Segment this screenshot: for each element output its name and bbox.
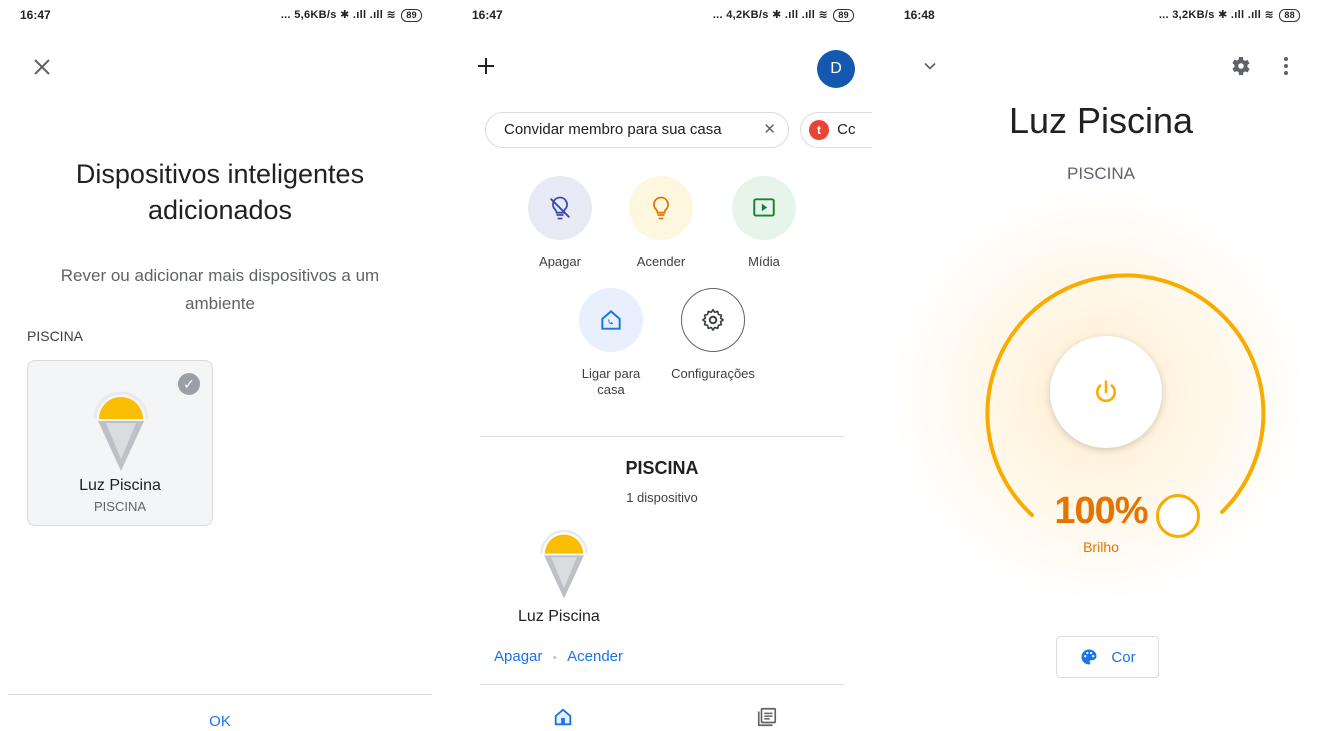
room-title: PISCINA xyxy=(625,458,699,478)
power-button[interactable] xyxy=(1050,336,1162,448)
close-icon[interactable] xyxy=(30,55,54,79)
page-title: Dispositivos inteligentes adicionados xyxy=(0,156,440,228)
palette-icon xyxy=(1081,649,1097,665)
device-room: PISCINA xyxy=(93,499,146,514)
call-home-icon xyxy=(579,288,643,352)
ok-button[interactable]: OK xyxy=(0,713,440,730)
battery-icon: 88 xyxy=(1279,9,1300,22)
page-title-line2: adicionados xyxy=(147,195,293,225)
divider xyxy=(480,436,844,437)
brightness-value: 100% xyxy=(1054,490,1148,532)
action-settings-label: Configurações xyxy=(671,366,755,381)
action-call-home-line2: casa xyxy=(597,382,625,397)
status-time: 16:47 xyxy=(472,8,503,22)
power-icon xyxy=(1095,380,1117,403)
device-actions: Apagar • Acender xyxy=(494,648,623,666)
status-bar: 16:48 ... 3,2KB/s ✱ .ıll .ıll ≋ 88 xyxy=(884,0,1318,32)
gear-icon xyxy=(681,288,745,352)
add-icon[interactable] xyxy=(474,54,498,78)
device-card[interactable]: ✓ Luz Piscina PISCINA xyxy=(27,360,213,526)
page-title-line1: Dispositivos inteligentes xyxy=(75,159,365,189)
feed-tab-icon[interactable] xyxy=(756,706,778,731)
divider xyxy=(480,684,844,685)
status-bar: 16:47 ... 5,6KB/s ✱ .ıll .ıll ≋ 89 xyxy=(0,0,440,32)
turn-on-link[interactable]: Acender xyxy=(567,648,623,665)
chip-partial-label: Cc xyxy=(837,121,856,139)
device-name[interactable]: Luz Piscina xyxy=(518,608,600,626)
home-screen: 16:47 ... 4,2KB/s ✱ .ıll .ıll ≋ 89 D Con… xyxy=(452,0,872,731)
status-time: 16:48 xyxy=(904,8,935,22)
divider xyxy=(8,694,432,695)
device-title: Luz Piscina xyxy=(1008,100,1194,141)
gear-icon[interactable] xyxy=(1228,54,1252,83)
signal-icons: ✱ .ıll .ıll ≋ xyxy=(340,9,400,21)
battery-icon: 89 xyxy=(833,9,854,22)
turn-off-link[interactable]: Apagar xyxy=(494,648,542,665)
page-subtitle-line1: Rever ou adicionar mais dispositivos a u… xyxy=(60,266,380,285)
page-subtitle-line2: ambiente xyxy=(185,294,255,313)
status-bar: 16:47 ... 4,2KB/s ✱ .ıll .ıll ≋ 89 xyxy=(452,0,872,32)
color-button[interactable]: Cor xyxy=(1056,636,1159,678)
close-icon[interactable]: ✕ xyxy=(763,113,776,147)
separator: • xyxy=(552,652,557,664)
service-logo-icon: t xyxy=(809,120,829,141)
room-label: PISCINA xyxy=(27,328,84,344)
network-speed: ... 3,2KB/s xyxy=(1158,9,1215,21)
signal-icons: ✱ .ıll .ıll ≋ xyxy=(772,9,832,21)
status-icons: ... 5,6KB/s ✱ .ıll .ıll ≋ 89 xyxy=(281,8,422,22)
page-subtitle: Rever ou adicionar mais dispositivos a u… xyxy=(20,262,420,318)
battery-icon: 89 xyxy=(401,9,422,22)
avatar[interactable]: D xyxy=(817,50,855,88)
action-on[interactable]: Acender xyxy=(601,176,721,270)
status-icons: ... 4,2KB/s ✱ .ıll .ıll ≋ 89 xyxy=(713,8,854,22)
light-on-icon xyxy=(629,176,693,240)
action-media-label: Mídia xyxy=(748,254,780,269)
action-on-label: Acender xyxy=(636,254,686,269)
chip-partial[interactable]: t Cc xyxy=(800,112,872,148)
light-off-icon xyxy=(528,176,592,240)
network-speed: ... 4,2KB/s xyxy=(712,9,769,21)
media-icon xyxy=(732,176,796,240)
invite-member-label: Convidar membro para sua casa xyxy=(504,121,722,138)
setup-complete-screen: 16:47 ... 5,6KB/s ✱ .ıll .ıll ≋ 89 Dispo… xyxy=(0,0,440,731)
bulb-icon xyxy=(91,389,151,478)
device-room: PISCINA xyxy=(1066,164,1136,183)
color-button-label: Cor xyxy=(1111,648,1136,666)
signal-icons: ✱ .ıll .ıll ≋ xyxy=(1218,9,1278,21)
checkmark-icon: ✓ xyxy=(178,373,200,395)
chevron-down-icon[interactable] xyxy=(920,56,940,81)
invite-member-chip[interactable]: Convidar membro para sua casa ✕ xyxy=(485,112,789,148)
action-media[interactable]: Mídia xyxy=(704,176,824,270)
action-settings[interactable]: Configurações xyxy=(653,288,773,382)
brightness-label: Brilho xyxy=(1083,539,1119,555)
brightness-slider-handle[interactable] xyxy=(1156,494,1200,538)
room-device-count: 1 dispositivo xyxy=(626,490,698,505)
bulb-icon[interactable] xyxy=(538,526,590,607)
network-speed: ... 5,6KB/s xyxy=(280,9,337,21)
light-control-screen: 16:48 ... 3,2KB/s ✱ .ıll .ıll ≋ 88 Luz P… xyxy=(884,0,1318,731)
more-options-icon[interactable] xyxy=(1280,54,1292,83)
status-time: 16:47 xyxy=(20,8,51,22)
device-name: Luz Piscina xyxy=(79,477,161,494)
home-tab-icon[interactable] xyxy=(552,706,574,731)
status-icons: ... 3,2KB/s ✱ .ıll .ıll ≋ 88 xyxy=(1159,8,1300,22)
